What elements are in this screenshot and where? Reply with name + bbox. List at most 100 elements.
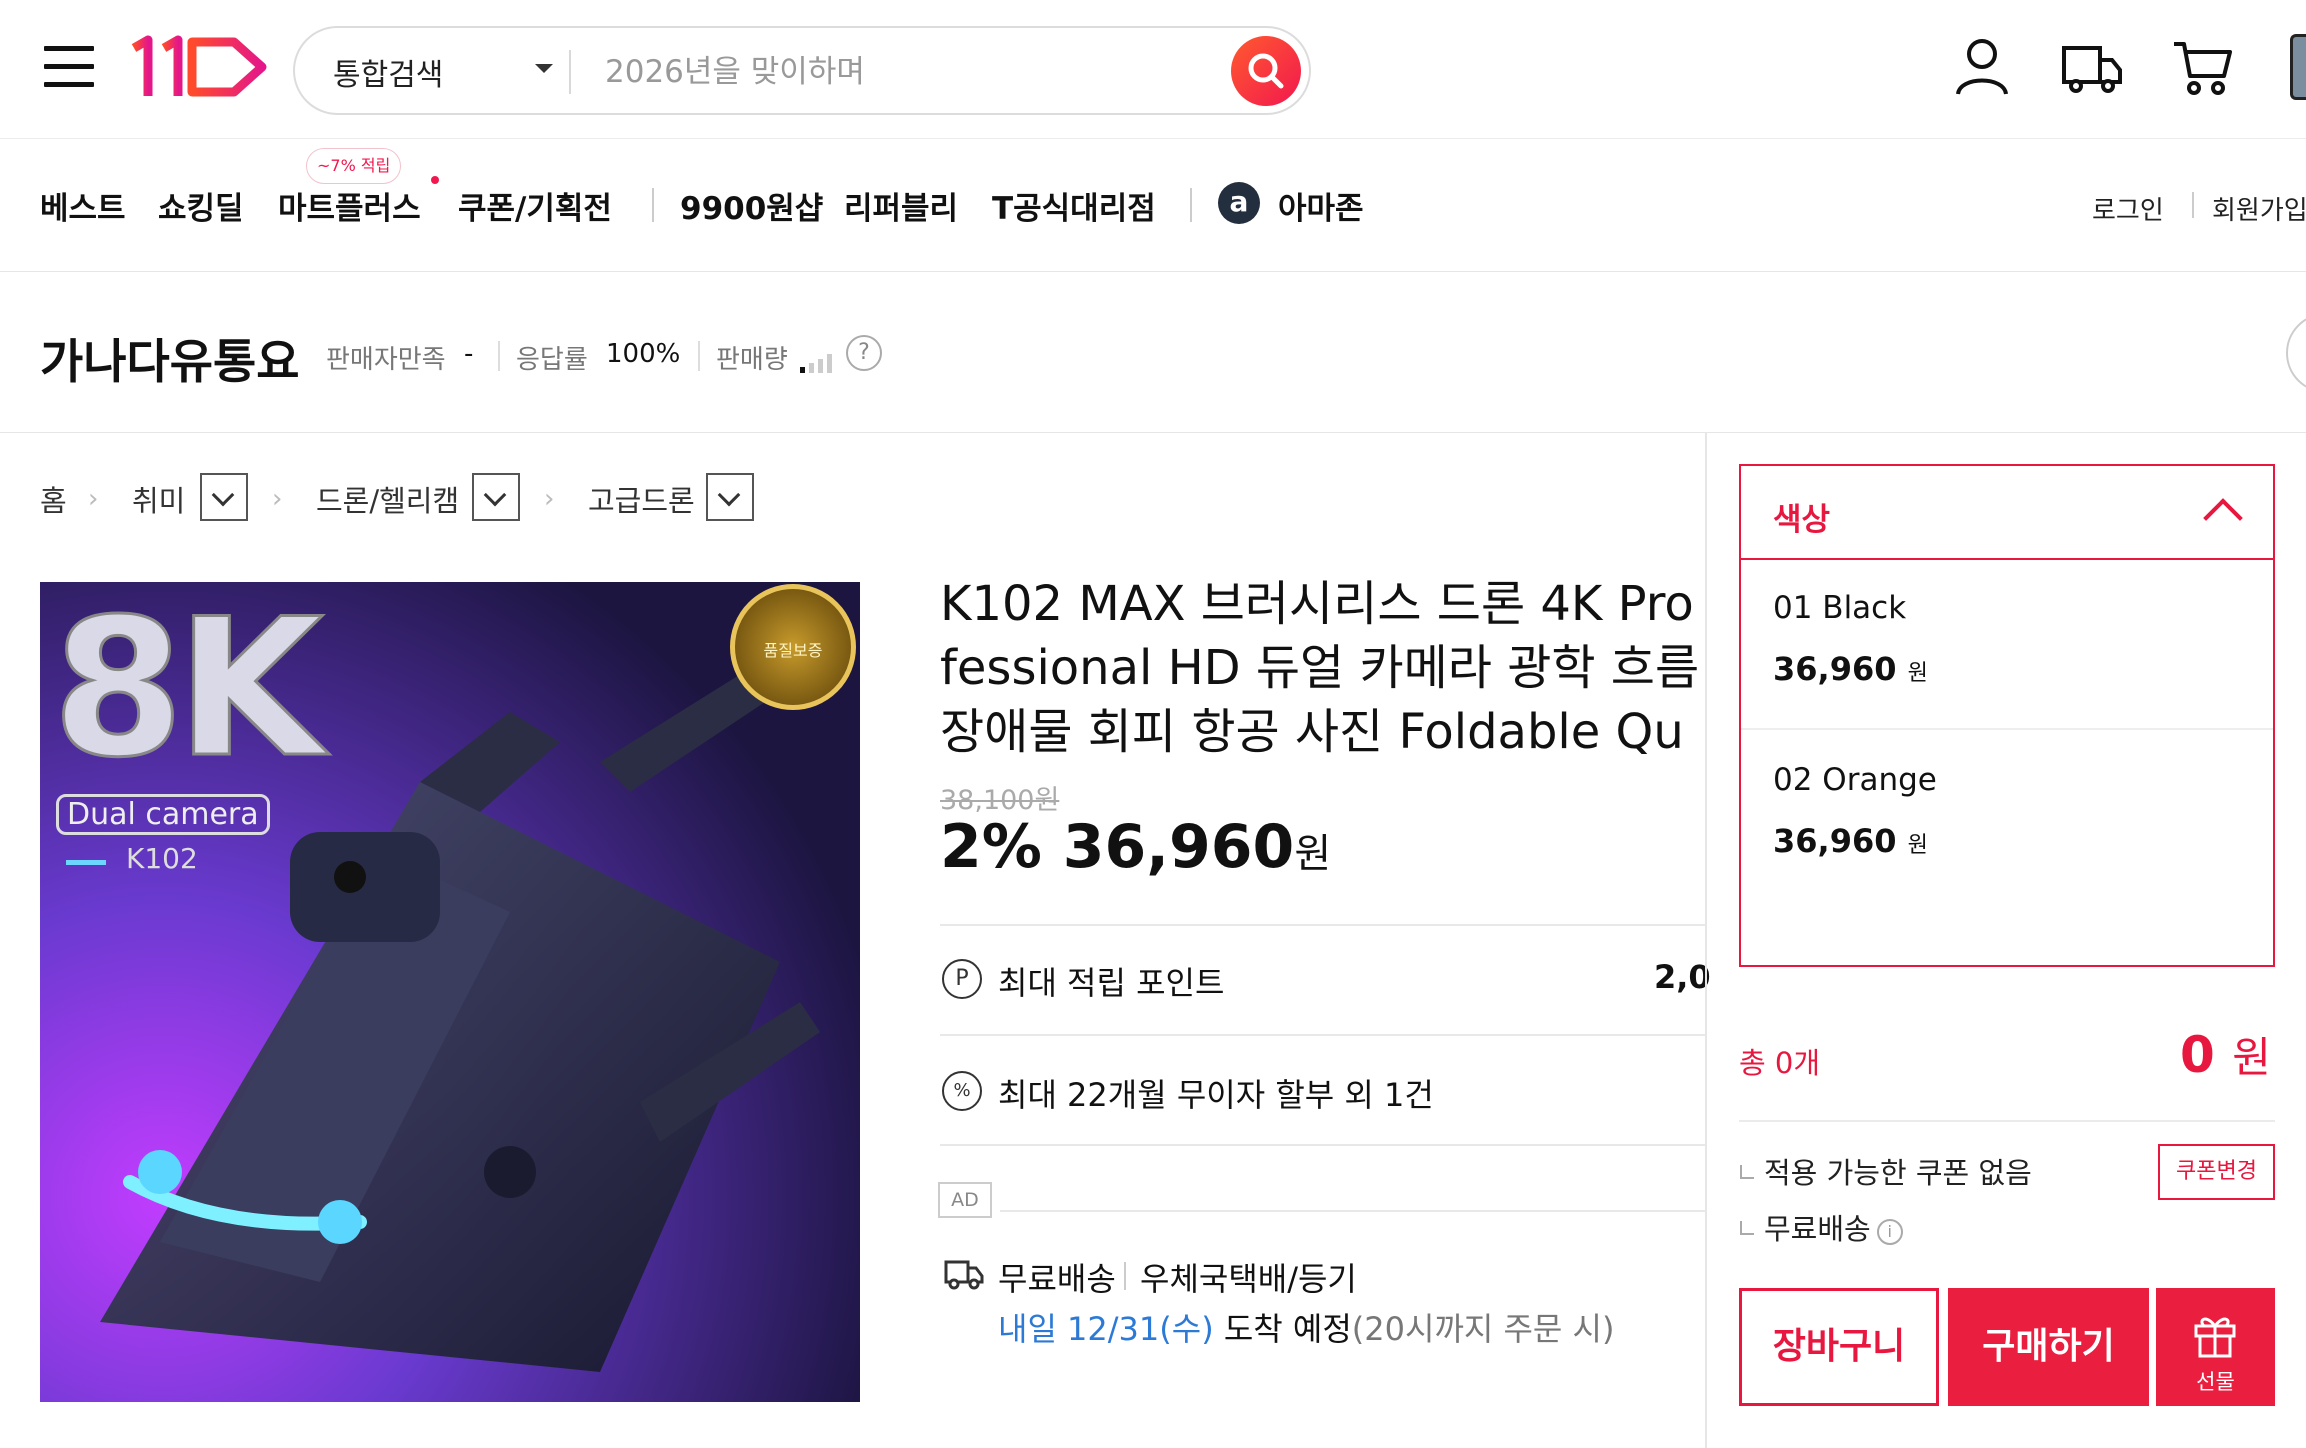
category-nav: 베스트 쇼킹딜 ~7% 적립 마트플러스 쿠폰/기획전 9900원샵 리퍼블리 …: [0, 140, 2306, 272]
max-points-label: 최대 적립 포인트: [998, 964, 1225, 1002]
product-title: K102 MAX 브러시리스 드론 4K Professional HD 듀얼 …: [940, 576, 1700, 772]
tree-branch-icon: [1740, 1221, 1754, 1235]
option-name: 01 Black: [1773, 590, 1907, 626]
delivery-arrive: 도착 예정: [1223, 1310, 1352, 1348]
divider: [1739, 1120, 2275, 1122]
chevron-right-icon: ›: [544, 484, 555, 514]
search-button[interactable]: [1231, 36, 1301, 106]
discount-rate: 2%: [940, 812, 1042, 882]
installment-info[interactable]: 최대 22개월 무이자 할부 외 1건: [998, 1070, 1434, 1116]
image-label-8k: 8K: [50, 582, 324, 801]
total-price-unit: 원: [2232, 1033, 2271, 1082]
divider: [940, 1144, 1705, 1146]
delivery-truck-icon[interactable]: [2060, 34, 2124, 98]
divider: [940, 924, 1705, 926]
buy-now-button[interactable]: 구매하기: [1948, 1288, 2149, 1406]
gift-icon: [2194, 1317, 2236, 1358]
total-quantity: 총 0개: [1739, 1046, 1821, 1080]
coupon-change-button[interactable]: 쿠폰변경: [2158, 1144, 2275, 1200]
help-icon[interactable]: ?: [846, 335, 882, 371]
divider: [940, 1034, 1705, 1036]
nav-refurbly[interactable]: 리퍼블리: [844, 183, 958, 228]
divider: [569, 50, 571, 94]
breadcrumb-drone[interactable]: 드론/헬리캠: [316, 478, 459, 520]
point-icon: P: [942, 959, 982, 999]
response-rate-label: 응답률: [516, 345, 588, 375]
max-points-value: 2,0: [1654, 958, 1711, 996]
divider: [2192, 192, 2194, 218]
image-label-model: K102: [126, 842, 198, 875]
free-shipping-text: 무료배송: [1764, 1212, 1871, 1246]
shipping-carrier: 우체국택배/등기: [1140, 1260, 1357, 1298]
11st-logo[interactable]: [126, 34, 271, 100]
image-dash: [66, 860, 106, 865]
option-price-value: 36,960: [1773, 822, 1897, 860]
gift-button[interactable]: 선물: [2156, 1288, 2275, 1406]
color-option-header[interactable]: 색상: [1741, 466, 2273, 560]
add-to-cart-button[interactable]: 장바구니: [1739, 1288, 1939, 1406]
breadcrumb-premium-drone[interactable]: 고급드론: [588, 478, 695, 520]
option-price-unit: 원: [1907, 833, 1928, 858]
coupon-status: 적용 가능한 쿠폰 없음: [1740, 1150, 2032, 1192]
nav-badge: ~7% 적립: [306, 148, 402, 184]
option-price: 36,960 원: [1773, 822, 1928, 860]
nav-t-official[interactable]: T공식대리점: [992, 183, 1156, 228]
amazon-icon: a: [1218, 182, 1260, 224]
nav-amazon[interactable]: 아마존: [1278, 183, 1364, 228]
seller-bar: 가나다유통요 판매자만족 - 응답률 100% 판매량 ?: [0, 273, 2306, 433]
login-link[interactable]: 로그인: [2092, 190, 2164, 227]
delivery-note: (20시까지 주문 시): [1351, 1310, 1615, 1348]
breadcrumb-home[interactable]: 홈: [40, 478, 67, 520]
menu-icon[interactable]: [44, 46, 94, 88]
cart-icon[interactable]: [2170, 34, 2234, 98]
option-item-black[interactable]: 01 Black 36,960 원: [1741, 560, 2273, 730]
divider: [1124, 1262, 1126, 1290]
nav-9900-shop[interactable]: 9900원샵: [680, 183, 823, 228]
seller-satisfaction-value: -: [464, 339, 474, 369]
option-item-orange[interactable]: 02 Orange 36,960 원: [1741, 732, 2273, 902]
breadcrumb-dropdown[interactable]: [706, 473, 754, 521]
search-icon: [1248, 53, 1284, 89]
price-unit: 원: [1294, 831, 1332, 877]
ad-badge[interactable]: AD: [938, 1182, 992, 1218]
seller-name[interactable]: 가나다유통요: [40, 323, 299, 392]
nav-best[interactable]: 베스트: [40, 183, 126, 228]
divider: [1190, 188, 1192, 222]
shipping-status: 무료배송 i: [1740, 1206, 1903, 1248]
option-price-unit: 원: [1907, 661, 1928, 686]
total-price-value: 0: [2180, 1026, 2215, 1084]
breadcrumb-dropdown[interactable]: [472, 473, 520, 521]
total-price: 0 원: [2180, 1024, 2271, 1085]
delivery-date: 내일 12/31(수): [998, 1310, 1214, 1348]
nav-shocking-deal[interactable]: 쇼킹딜: [158, 183, 244, 228]
nav-mart-plus[interactable]: 마트플러스: [278, 183, 421, 228]
nav-coupon[interactable]: 쿠폰/기획전: [458, 183, 612, 228]
coupon-none-text: 적용 가능한 쿠폰 없음: [1764, 1156, 2032, 1190]
search-scope-select[interactable]: 통합검색: [333, 50, 443, 94]
free-shipping-label: 무료배송: [998, 1260, 1116, 1298]
chevron-up-icon[interactable]: [2203, 498, 2243, 538]
top-header: 통합검색: [0, 0, 2306, 139]
user-icon[interactable]: [1950, 34, 2014, 98]
recent-items-thumbnail[interactable]: [2290, 34, 2306, 100]
share-button[interactable]: [2286, 313, 2306, 393]
sale-price-row: 2% 36,960원: [940, 812, 1331, 882]
search-bar: 통합검색: [293, 26, 1311, 115]
info-icon[interactable]: i: [1876, 1219, 1903, 1245]
sales-level-icon: [800, 354, 832, 373]
divider: [498, 341, 500, 371]
search-input[interactable]: [605, 48, 1205, 96]
seal-text: 품질보증: [763, 641, 823, 660]
breadcrumb-dropdown[interactable]: [200, 473, 248, 521]
response-rate-value: 100%: [606, 339, 681, 369]
chevron-down-icon[interactable]: [535, 64, 553, 73]
divider: [652, 188, 654, 222]
color-option-label: 색상: [1773, 502, 1831, 538]
product-image[interactable]: 8K Dual camera K102 품질보증: [40, 582, 860, 1402]
signup-link[interactable]: 회원가입: [2212, 190, 2306, 227]
gift-label: 선물: [2196, 1370, 2235, 1394]
option-name: 02 Orange: [1773, 762, 1937, 798]
breadcrumb-hobby[interactable]: 취미: [132, 478, 185, 520]
divider: [698, 341, 700, 371]
sales-volume-label: 판매량: [716, 345, 788, 375]
